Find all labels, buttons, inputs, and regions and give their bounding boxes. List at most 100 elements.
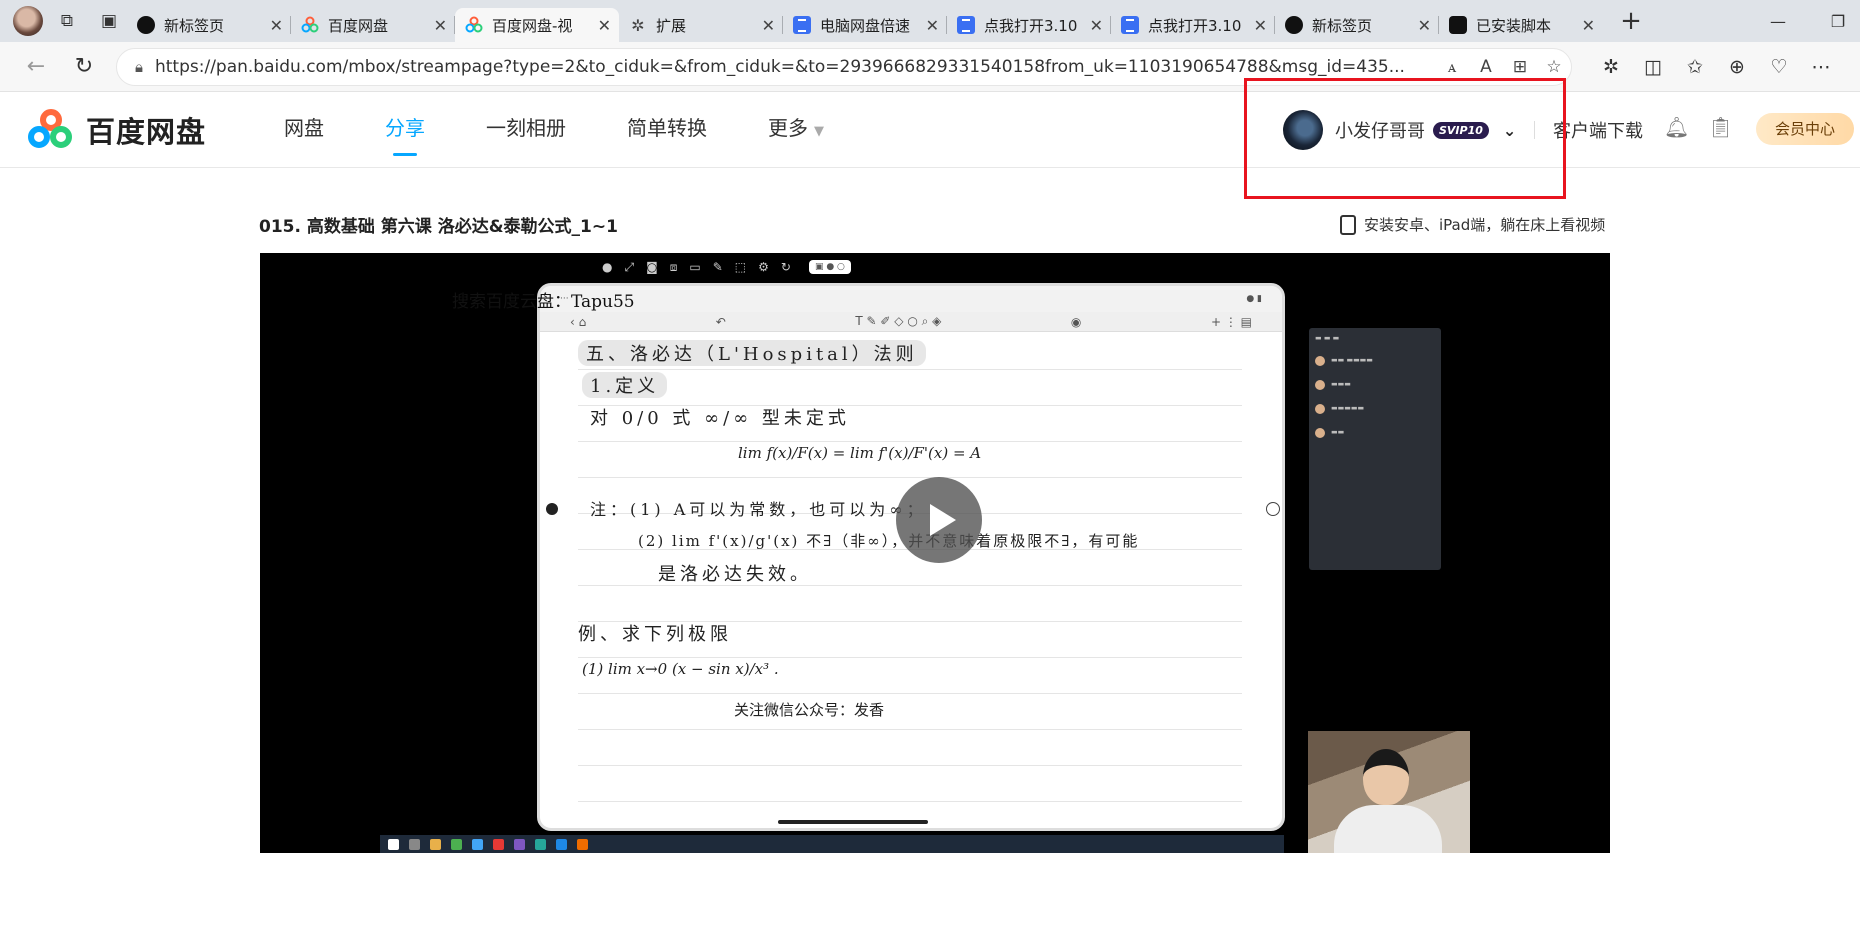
note-heading: 五、洛必达（L'Hospital）法则 xyxy=(578,340,926,366)
camera-icon: ◙ xyxy=(646,260,658,274)
performance-icon[interactable]: ♡ xyxy=(1758,56,1800,78)
new-tab-button[interactable]: + xyxy=(1613,6,1649,36)
close-icon[interactable]: ✕ xyxy=(598,16,611,35)
browser-tab[interactable]: 新标签页 ✕ xyxy=(1275,8,1439,42)
back-icon: ‹ ⌂ xyxy=(570,314,587,329)
app-install-icon[interactable]: ⊞ xyxy=(1503,57,1537,77)
baidu-pan-logo-icon xyxy=(28,109,78,151)
tab-actions-icon[interactable]: ▣ xyxy=(91,6,127,36)
username[interactable]: 小发仔哥哥 xyxy=(1335,117,1425,143)
close-icon[interactable]: ✕ xyxy=(270,16,283,35)
github-icon xyxy=(1285,16,1303,34)
play-button[interactable] xyxy=(896,477,982,563)
fullscreen-icon: ⤢ xyxy=(624,259,635,274)
close-icon[interactable]: ✕ xyxy=(926,16,939,35)
bell-icon[interactable]: 🔔︎ xyxy=(1664,115,1689,139)
note-line: 对 0/0 式 ∞/∞ 型未定式 xyxy=(590,408,850,429)
baidu-pan-logo[interactable]: 百度网盘 xyxy=(28,109,206,151)
tab-title: 新标签页 xyxy=(164,16,225,35)
header-divider xyxy=(1534,121,1535,139)
browser-tab-active[interactable]: 百度网盘-视 ✕ xyxy=(455,8,619,42)
reload-icon[interactable]: ↻ xyxy=(64,49,104,85)
browser-tab[interactable]: 百度网盘 ✕ xyxy=(291,8,455,42)
browser-tab[interactable]: 新标签页 ✕ xyxy=(127,8,291,42)
browser-tab[interactable]: 点我打开3.10 ✕ xyxy=(947,8,1111,42)
handwritten-notes: 五、洛必达（L'Hospital）法则 1.定义 对 0/0 式 ∞/∞ 型未定… xyxy=(578,334,1242,808)
favorites-icon[interactable]: ✩ xyxy=(1674,56,1716,78)
watermark-top: 搜索百度云盘：Tapu55 xyxy=(452,292,635,312)
watermark-bottom: 关注微信公众号：发香 xyxy=(734,701,885,719)
close-icon[interactable]: ✕ xyxy=(1090,16,1103,35)
close-icon[interactable]: ✕ xyxy=(434,16,447,35)
read-aloud-icon[interactable]: A xyxy=(1469,57,1503,77)
undo-icon: ↶ xyxy=(715,314,726,329)
more-menu-icon[interactable]: ⋯ xyxy=(1800,56,1842,78)
note-subheading: 1.定义 xyxy=(582,372,668,398)
restore-icon[interactable]: ❐ xyxy=(1808,0,1860,42)
tampermonkey-icon xyxy=(1449,16,1467,34)
workspaces-icon[interactable]: ⧉ xyxy=(49,6,85,36)
tablet-icon xyxy=(1340,214,1356,235)
user-menu[interactable]: 小发仔哥哥 SVIP10 ⌄ xyxy=(1283,110,1516,150)
screenshot-icon: ⧈ xyxy=(669,259,678,274)
nav-item-wangpan[interactable]: 网盘 xyxy=(284,93,324,168)
ipad-status-bar: ··· ● ▮ xyxy=(540,286,1282,312)
avatar[interactable] xyxy=(1283,110,1323,150)
doc-icon xyxy=(793,16,811,34)
chevron-down-icon[interactable]: ⌄ xyxy=(1503,121,1516,140)
crop-icon: ⬚ xyxy=(734,260,747,274)
note-example-heading: 例、求下列极限 xyxy=(578,624,732,645)
nav-item-share[interactable]: 分享 xyxy=(385,93,425,168)
note-line: (2) lim f'(x)/g'(x) 不∃（非∞），并不意味着原极限不∃，有可… xyxy=(638,532,1140,550)
recorder-logo-icon: ● xyxy=(602,260,613,274)
url-text[interactable]: https://pan.baidu.com/mbox/streampage?ty… xyxy=(155,57,1435,77)
tab-title: 新标签页 xyxy=(1312,16,1373,35)
doc-icon xyxy=(957,16,975,34)
close-icon[interactable]: ✕ xyxy=(1254,16,1267,35)
nav-item-more[interactable]: 更多 ▼ xyxy=(768,93,824,168)
baidu-pan-icon xyxy=(301,16,319,34)
close-icon[interactable]: ✕ xyxy=(1582,16,1595,35)
pen-tools-icon: T ✎ ✐ ◇ ○ ⌕ ◈ xyxy=(855,314,942,328)
profile-avatar[interactable] xyxy=(13,6,43,36)
browser-tab[interactable]: 已安装脚本 ✕ xyxy=(1439,8,1603,42)
video-player[interactable]: ● ⤢ ◙ ⧈ ▭ ✎ ⬚ ⚙ ↻ ▣ ● ○ ··· ● ▮ ‹ ⌂ ↶ T ✎… xyxy=(260,253,1610,853)
chevron-down-icon: ▼ xyxy=(814,124,824,139)
note-line: 注：(1) A可以为常数，也可以为∞； xyxy=(590,500,927,519)
url-field[interactable]: 🔒︎ https://pan.baidu.com/mbox/streampage… xyxy=(116,47,1572,86)
browser-tab[interactable]: ✲ 扩展 ✕ xyxy=(619,8,783,42)
browser-tab[interactable]: 电脑网盘倍速 ✕ xyxy=(783,8,947,42)
vip-center-button[interactable]: 会员中心 xyxy=(1756,113,1854,145)
browser-tab[interactable]: 点我打开3.10 ✕ xyxy=(1111,8,1275,42)
translate-icon[interactable]: ꭺ xyxy=(1435,57,1469,77)
nav-more-label: 更多 xyxy=(768,116,808,140)
tab-title: 百度网盘-视 xyxy=(492,16,573,35)
tab-title: 点我打开3.10 xyxy=(984,16,1078,35)
recorder-status-chip: ▣ ● ○ xyxy=(808,260,851,274)
tablet-tip-text: 安装安卓、iPad端，躺在床上看视频 xyxy=(1364,216,1606,234)
extension-icon: ✲ xyxy=(631,15,645,35)
ipad-home-indicator xyxy=(778,820,928,824)
lock-icon[interactable]: 🔒︎ xyxy=(135,58,143,76)
nav-item-convert[interactable]: 简单转换 xyxy=(627,93,707,168)
tablet-tip-link[interactable]: 安装安卓、iPad端，躺在床上看视频 xyxy=(1340,214,1605,235)
nav-item-album[interactable]: 一刻相册 xyxy=(486,93,566,168)
close-icon[interactable]: ✕ xyxy=(762,16,775,35)
split-screen-icon[interactable]: ◫ xyxy=(1632,56,1674,78)
github-icon xyxy=(137,16,155,34)
ipad-screen: ··· ● ▮ ‹ ⌂ ↶ T ✎ ✐ ◇ ○ ⌕ ◈ ◉ + ⋮ ▤ 五、洛必达… xyxy=(537,283,1285,831)
webcam-overlay xyxy=(1308,731,1470,853)
favorite-star-icon[interactable]: ☆ xyxy=(1537,57,1571,77)
site-header: 百度网盘 网盘 分享 一刻相册 简单转换 更多 ▼ 小发仔哥哥 SVIP10 ⌄ … xyxy=(0,93,1860,168)
back-icon[interactable]: ← xyxy=(16,49,56,85)
minimize-icon[interactable]: — xyxy=(1748,0,1808,42)
notes-toolbar: ‹ ⌂ ↶ T ✎ ✐ ◇ ○ ⌕ ◈ ◉ + ⋮ ▤ xyxy=(540,312,1282,332)
refresh-icon: ↻ xyxy=(780,260,791,274)
close-icon[interactable]: ✕ xyxy=(1418,16,1431,35)
extensions-icon[interactable]: ✲ xyxy=(1590,56,1632,78)
recorded-taskbar xyxy=(380,835,1284,853)
client-download-link[interactable]: 客户端下载 xyxy=(1553,117,1643,143)
pen-icon: ✎ xyxy=(712,260,723,274)
collections-icon[interactable]: ⊕ xyxy=(1716,56,1758,78)
clipboard-icon[interactable]: 📋︎ xyxy=(1708,115,1733,139)
